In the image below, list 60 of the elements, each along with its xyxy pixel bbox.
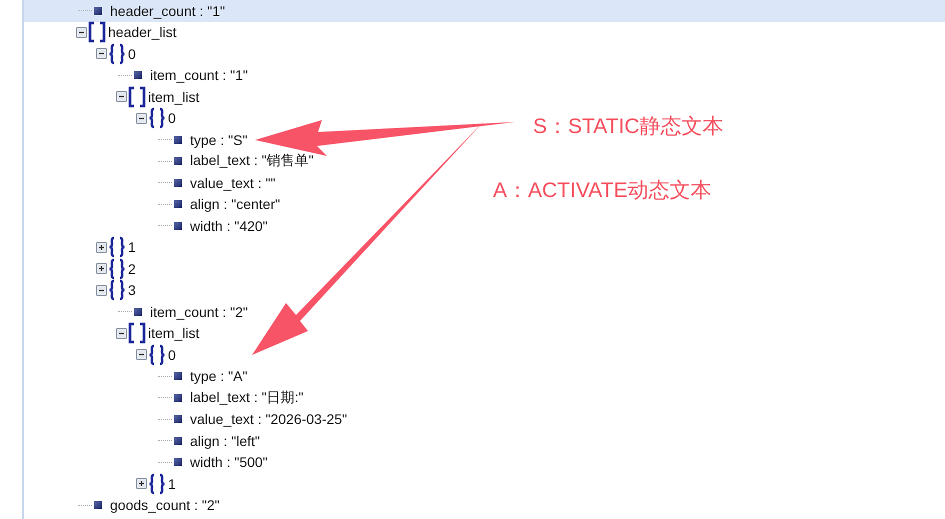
collapse-icon[interactable]: [136, 349, 147, 360]
leaf-icon: [174, 415, 182, 424]
tree-item[interactable]: 2: [128, 260, 136, 277]
annotation-text: S：STATIC静态文本: [533, 114, 724, 140]
leaf-icon: [134, 308, 142, 316]
leaf-icon: [174, 157, 182, 166]
tree-item[interactable]: label_text : "销售单": [190, 152, 314, 170]
tree-item[interactable]: value_text : "2026-03-25": [190, 411, 348, 428]
leaf-icon: [174, 178, 182, 187]
leaf-icon: [94, 6, 102, 15]
expand-icon[interactable]: [96, 263, 107, 274]
leaf-icon: [134, 71, 142, 80]
brace-icon: [108, 236, 126, 258]
expand-icon[interactable]: [96, 242, 107, 253]
collapse-icon[interactable]: [116, 91, 127, 102]
tree-item[interactable]: item_list: [148, 88, 200, 105]
collapse-icon[interactable]: [136, 112, 147, 124]
annotation-text: A：ACTIVATE动态文本: [493, 178, 712, 204]
collapse-icon[interactable]: [76, 26, 87, 38]
tree-item[interactable]: type : "S": [190, 132, 248, 148]
tree-item[interactable]: value_text : "": [190, 174, 276, 191]
leaf-icon: [174, 394, 182, 402]
tree-item[interactable]: width : "500": [190, 454, 268, 470]
tree-item[interactable]: item_count : "2": [150, 304, 248, 320]
tree-item[interactable]: 1: [168, 476, 176, 492]
leaf-icon: [174, 436, 182, 445]
brace-icon: [148, 472, 166, 495]
tree-item[interactable]: align : "center": [190, 196, 280, 212]
brace-icon: [108, 279, 126, 302]
leaf-icon: [174, 136, 182, 144]
bracket-icon: [88, 21, 106, 44]
collapse-icon[interactable]: [96, 48, 107, 60]
tree-item[interactable]: 0: [128, 46, 136, 62]
brace-icon: [148, 344, 166, 366]
tree-item[interactable]: item_count : "1": [150, 67, 248, 84]
leaf-icon: [174, 222, 182, 230]
collapse-icon[interactable]: [96, 284, 107, 296]
bracket-icon: [128, 322, 146, 344]
brace-icon: [108, 42, 126, 65]
tree-item[interactable]: 0: [168, 346, 176, 363]
leaf-icon: [94, 501, 102, 510]
tree-item[interactable]: header_list: [108, 24, 176, 40]
tree-item[interactable]: 1: [128, 239, 136, 256]
tree-item[interactable]: align : "left": [190, 432, 260, 449]
collapse-icon[interactable]: [116, 328, 127, 339]
bracket-icon: [128, 86, 146, 108]
leaf-icon: [174, 200, 182, 208]
tree-item[interactable]: 3: [128, 282, 136, 298]
tree-item[interactable]: item_list: [148, 325, 200, 342]
tree-item[interactable]: 0: [168, 110, 176, 126]
tree-item[interactable]: header_count : "1": [110, 2, 226, 19]
tree-item[interactable]: goods_count : "2": [110, 497, 220, 514]
tree-item[interactable]: width : "420": [190, 218, 268, 234]
brace-icon: [148, 107, 166, 130]
brace-icon: [108, 258, 126, 280]
leaf-icon: [174, 458, 182, 466]
expand-icon[interactable]: [136, 478, 147, 490]
tree-item[interactable]: type : "A": [190, 368, 248, 384]
tree-item[interactable]: label_text : "日期:": [190, 388, 304, 407]
leaf-icon: [174, 372, 182, 380]
